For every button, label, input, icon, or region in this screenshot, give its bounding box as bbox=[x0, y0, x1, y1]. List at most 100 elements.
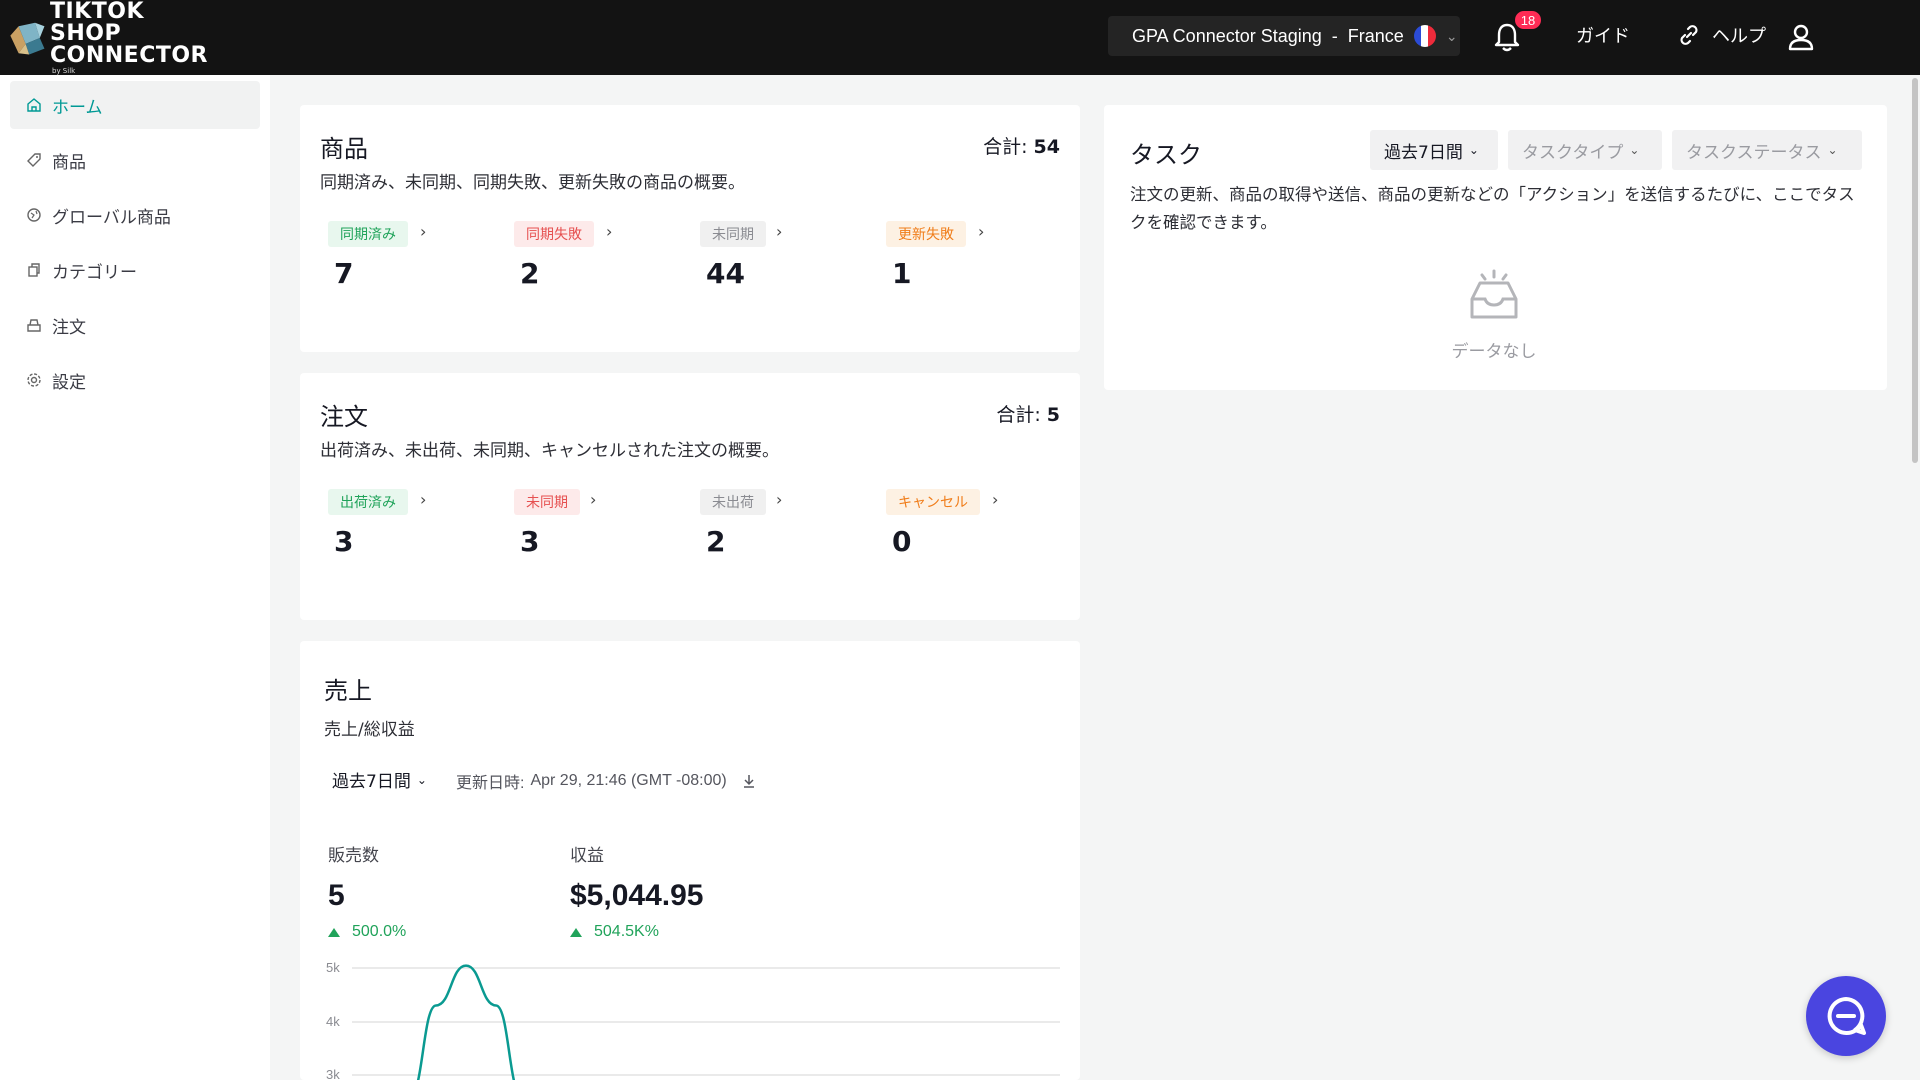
order-stat-shipped-tag[interactable]: 出荷済み bbox=[328, 489, 408, 515]
order-stat-shipped-value: 3 bbox=[334, 525, 354, 558]
help-link[interactable]: ヘルプ bbox=[1676, 22, 1766, 48]
tag-icon bbox=[27, 153, 41, 167]
help-label: ヘルプ bbox=[1712, 26, 1766, 47]
user-icon[interactable] bbox=[1784, 20, 1818, 54]
sales-period-select[interactable]: 過去7日間 ⌄ bbox=[332, 767, 427, 792]
link-icon bbox=[1680, 25, 1698, 45]
sidebar-item-settings[interactable]: 設定 bbox=[10, 356, 260, 404]
sidebar-item-orders[interactable]: 注文 bbox=[10, 301, 260, 349]
product-stat-synced-value: 7 bbox=[334, 257, 354, 290]
order-stat-unsynced-tag[interactable]: 未同期 bbox=[514, 489, 580, 515]
product-stat-update-failed-tag[interactable]: 更新失敗 bbox=[886, 221, 966, 247]
logo-by-text: by Silk bbox=[52, 67, 76, 75]
logo-line-1: TIKTOK SHOP bbox=[50, 0, 144, 46]
sales-updated: 更新日時: Apr 29, 21:46 (GMT -08:00) bbox=[456, 769, 757, 793]
tasks-card: タスク 過去7日間 ⌄ タスクタイプ ⌄ タスクステータス ⌄ 注文の更新、商品… bbox=[1104, 105, 1887, 390]
products-description: 同期済み、未同期、同期失敗、更新失敗の商品の概要。 bbox=[320, 173, 745, 193]
sidebar-item-label: ホーム bbox=[52, 97, 103, 118]
task-status-label: タスクステータス bbox=[1686, 142, 1822, 163]
orders-total-value: 5 bbox=[1046, 404, 1060, 426]
chat-icon bbox=[1827, 997, 1866, 1035]
product-stat-sync-failed-value: 2 bbox=[520, 257, 540, 290]
tasks-title: タスク bbox=[1130, 141, 1202, 169]
store-separator: - bbox=[1331, 25, 1338, 46]
products-total-label: 合計: bbox=[983, 136, 1028, 158]
sidebar-item-categories[interactable]: カテゴリー bbox=[10, 246, 260, 294]
order-stat-cancelled-value: 0 bbox=[892, 525, 912, 558]
order-icon bbox=[27, 319, 41, 332]
chevron-right-icon[interactable]: › bbox=[992, 490, 998, 509]
sales-period-label: 過去7日間 bbox=[332, 772, 411, 792]
chevron-down-icon: ⌄ bbox=[1468, 143, 1479, 157]
sidebar-item-products[interactable]: 商品 bbox=[10, 136, 260, 184]
sidebar-item-global-products[interactable]: グローバル商品 bbox=[10, 191, 260, 239]
task-type-label: タスクタイプ bbox=[1522, 142, 1624, 163]
chevron-right-icon[interactable]: › bbox=[420, 222, 426, 241]
order-stat-unshipped-tag[interactable]: 未出荷 bbox=[700, 489, 766, 515]
chevron-right-icon[interactable]: › bbox=[776, 490, 782, 509]
products-title: 商品 bbox=[320, 135, 368, 163]
tasks-empty-text: データなし bbox=[1451, 342, 1537, 362]
chat-button[interactable] bbox=[1806, 976, 1886, 1056]
globe-icon bbox=[27, 208, 41, 222]
product-stat-sync-failed-tag[interactable]: 同期失敗 bbox=[514, 221, 594, 247]
chevron-down-icon: ⌄ bbox=[1445, 27, 1458, 44]
top-bar: TIKTOK SHOP CONNECTOR by Silk GPA Connec… bbox=[0, 0, 1920, 75]
task-status-filter[interactable]: タスクステータス ⌄ bbox=[1672, 130, 1862, 170]
product-stat-synced-tag[interactable]: 同期済み bbox=[328, 221, 408, 247]
settings-icon bbox=[27, 373, 41, 387]
trend-up-icon bbox=[328, 927, 340, 937]
sidebar-item-label: 注文 bbox=[52, 317, 86, 338]
page-scrollbar-thumb[interactable] bbox=[1912, 78, 1918, 463]
product-stat-unsynced-tag[interactable]: 未同期 bbox=[700, 221, 766, 247]
order-stat-unsynced-value: 3 bbox=[520, 525, 540, 558]
notification-badge: 18 bbox=[1514, 10, 1542, 30]
logo[interactable]: TIKTOK SHOP CONNECTOR by Silk bbox=[8, 1, 208, 75]
metric-revenue-label: 収益 bbox=[570, 846, 604, 866]
guide-label: ガイド bbox=[1576, 26, 1630, 47]
product-stat-update-failed-value: 1 bbox=[892, 257, 912, 290]
chevron-right-icon[interactable]: › bbox=[776, 222, 782, 241]
orders-description: 出荷済み、未出荷、未同期、キャンセルされた注文の概要。 bbox=[320, 441, 779, 461]
order-stat-cancelled-tag[interactable]: キャンセル bbox=[886, 489, 980, 515]
sales-card: 売上 売上/総収益 過去7日間 ⌄ 更新日時: Apr 29, 21:46 (G… bbox=[300, 641, 1080, 1080]
metric-revenue-change-value: 504.5K% bbox=[594, 923, 659, 940]
store-country: France bbox=[1347, 25, 1404, 46]
metric-revenue-value: $5,044.95 bbox=[570, 879, 704, 912]
sales-title: 売上 bbox=[324, 677, 372, 705]
product-stat-unsynced-value: 44 bbox=[706, 257, 745, 290]
metric-sales-count-change: 500.0% bbox=[328, 923, 406, 941]
home-icon bbox=[27, 98, 41, 112]
chevron-down-icon: ⌄ bbox=[416, 772, 427, 787]
sidebar-item-home[interactable]: ホーム bbox=[10, 81, 260, 129]
task-type-filter[interactable]: タスクタイプ ⌄ bbox=[1508, 130, 1662, 170]
chevron-right-icon[interactable]: › bbox=[420, 490, 426, 509]
sidebar-item-label: カテゴリー bbox=[52, 262, 137, 283]
metric-sales-count-change-value: 500.0% bbox=[352, 923, 407, 940]
store-selector[interactable]: GPA Connector Staging - France ⌄ bbox=[1108, 16, 1460, 56]
orders-total: 合計: 5 bbox=[996, 400, 1060, 427]
orders-card: 注文 合計: 5 出荷済み、未出荷、未同期、キャンセルされた注文の概要。 出荷済み… bbox=[300, 373, 1080, 620]
sidebar-item-label: 設定 bbox=[52, 372, 86, 393]
tasks-period-filter[interactable]: 過去7日間 ⌄ bbox=[1370, 130, 1498, 170]
products-total: 合計: 54 bbox=[983, 132, 1060, 159]
sales-line-chart bbox=[352, 964, 1060, 1080]
sales-series-line bbox=[416, 964, 516, 1080]
sidebar-item-label: グローバル商品 bbox=[52, 207, 171, 228]
chevron-right-icon[interactable]: › bbox=[606, 222, 612, 241]
chevron-down-icon: ⌄ bbox=[1827, 143, 1838, 157]
metric-revenue-change: 504.5K% bbox=[570, 923, 659, 941]
chevron-right-icon[interactable]: › bbox=[978, 222, 984, 241]
copy-icon bbox=[28, 263, 40, 277]
chevron-right-icon[interactable]: › bbox=[590, 490, 596, 509]
chevron-down-icon: ⌄ bbox=[1629, 143, 1640, 157]
orders-title: 注文 bbox=[320, 403, 368, 431]
tasks-description: 注文の更新、商品の取得や送信、商品の更新などの「アクション」を送信するたびに、こ… bbox=[1130, 185, 1855, 232]
download-icon[interactable] bbox=[741, 773, 757, 789]
guide-link[interactable]: ガイド bbox=[1576, 22, 1630, 48]
logo-mark-icon bbox=[10, 22, 45, 55]
sales-subtitle: 売上/総収益 bbox=[324, 720, 415, 740]
store-name: GPA Connector Staging bbox=[1132, 25, 1322, 46]
products-card: 商品 合計: 54 同期済み、未同期、同期失敗、更新失敗の商品の概要。 同期済み … bbox=[300, 105, 1080, 352]
order-stat-unshipped-value: 2 bbox=[706, 525, 726, 558]
